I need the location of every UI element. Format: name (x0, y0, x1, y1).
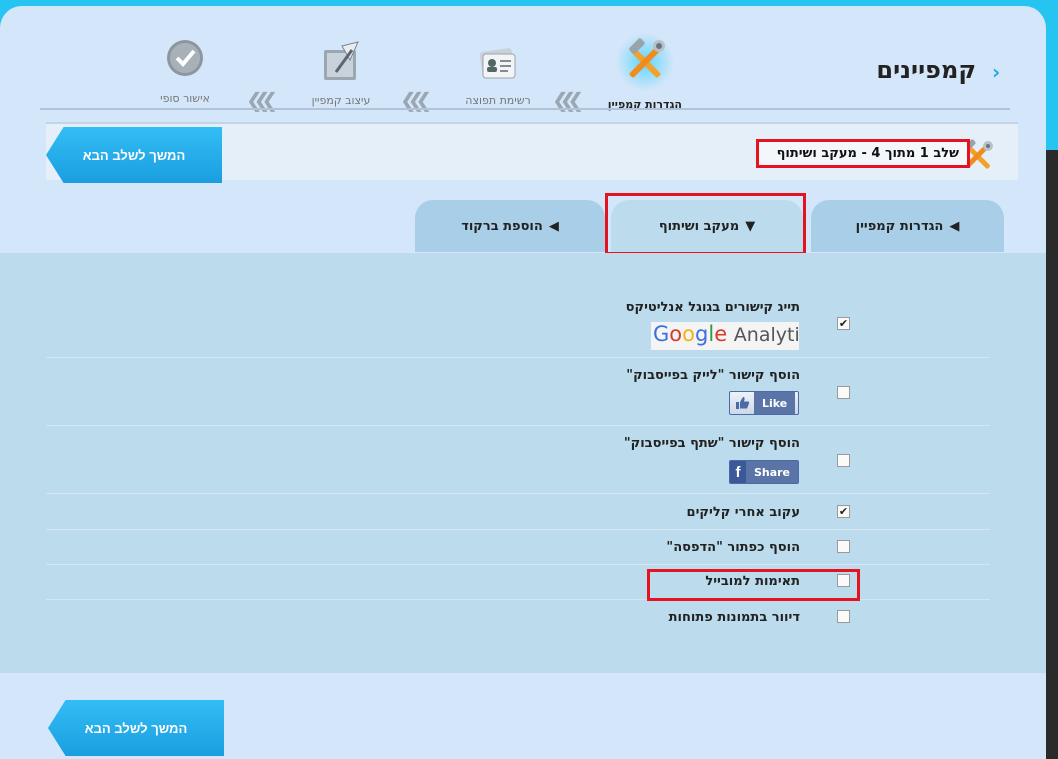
design-pen-icon (316, 38, 366, 88)
title-chevron-icon: › (992, 60, 1001, 84)
option-label: הוסף כפתור "הדפסה" (666, 540, 800, 555)
track-clicks-checkbox[interactable]: ✔ (837, 505, 850, 518)
thumbs-up-icon (730, 392, 754, 414)
fb-like-checkbox[interactable] (837, 386, 850, 399)
tab-campaign-settings[interactable]: ◀ הגדרות קמפיין (811, 200, 1004, 252)
option-row-print-button: הוסף כפתור "הדפסה" (46, 530, 990, 565)
contacts-card-icon (473, 38, 523, 88)
google-analytics-logo: Google Analytics (651, 322, 799, 350)
option-row-analytics: תייג קישורים בגוגל אנליטיקס ✔ Google Ana… (46, 290, 990, 358)
fb-share-checkbox[interactable] (837, 454, 850, 467)
option-row-fb-share: הוסף קישור "שתף בפייסבוק" f Share (46, 426, 990, 494)
wizard-step-contacts[interactable]: רשימת תפוצה (458, 38, 538, 107)
tab-highlight-box (605, 193, 806, 255)
tab-label: הוספת ברקוד (461, 218, 543, 234)
step-info-text: שלב 1 מתוך 4 - מעקב ושיתוף (756, 139, 970, 168)
continue-button-bottom[interactable]: המשך לשלב הבא (48, 700, 224, 756)
wizard-step-design[interactable]: עיצוב קמפיין (308, 38, 374, 107)
facebook-icon: f (730, 461, 746, 483)
option-row-track-clicks: עקוב אחרי קליקים ✔ (46, 494, 990, 530)
wizard-step-approval[interactable]: אישור סופי (158, 38, 212, 105)
wizard-step-settings[interactable]: הגדרות קמפיין (608, 32, 682, 111)
fb-like-label: Like (754, 392, 796, 414)
option-label: הוסף קישור "לייק בפייסבוק" (626, 368, 800, 383)
option-row-fb-like: הוסף קישור "לייק בפייסבוק" Like (46, 358, 990, 426)
wizard-step-label: רשימת תפוצה (465, 94, 531, 107)
option-label: תייג קישורים בגוגל אנליטיקס (625, 300, 800, 315)
option-label: עקוב אחרי קליקים (686, 505, 800, 520)
option-label: הוסף קישור "שתף בפייסבוק" (623, 436, 800, 451)
header-divider (40, 108, 1010, 110)
option-row-open-images: דיוור בתמונות פתוחות (46, 600, 990, 635)
triangle-left-icon: ◀ (548, 218, 559, 234)
analytics-checkbox[interactable]: ✔ (837, 317, 850, 330)
checkmark-circle-icon (165, 38, 205, 78)
wizard-step-label: אישור סופי (160, 92, 210, 105)
fb-like-button: Like (729, 391, 799, 415)
tools-icon (615, 32, 675, 92)
continue-button-top[interactable]: המשך לשלב הבא (46, 127, 222, 183)
open-images-checkbox[interactable] (837, 610, 850, 623)
option-label: דיוור בתמונות פתוחות (668, 610, 800, 625)
fb-share-button: f Share (729, 460, 799, 484)
window-edge (1046, 150, 1058, 759)
tab-label: הגדרות קמפיין (855, 218, 944, 234)
page-title: קמפיינים (876, 56, 976, 84)
tab-add-barcode[interactable]: ◀ הוספת ברקוד (415, 200, 605, 252)
mobile-highlight-box (647, 569, 860, 601)
print-button-checkbox[interactable] (837, 540, 850, 553)
triangle-left-icon: ◀ (949, 218, 960, 234)
fb-share-label: Share (745, 461, 798, 483)
wizard-step-label: עיצוב קמפיין (311, 94, 371, 107)
